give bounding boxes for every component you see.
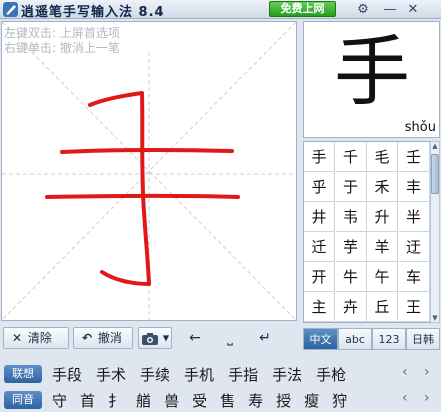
- homophone-char[interactable]: 扌: [108, 390, 123, 411]
- candidate-scrollbar[interactable]: ▲ ▼: [430, 141, 440, 323]
- association-row: 联想 手段 手术 手续 手机 手指 手法 手枪 ‹ ›: [0, 362, 441, 386]
- enter-icon[interactable]: ↵: [254, 327, 276, 349]
- candidate-cell[interactable]: 芋: [335, 232, 367, 262]
- candidate-cell[interactable]: 迂: [398, 232, 430, 262]
- candidate-cell[interactable]: 手: [304, 142, 335, 172]
- camera-icon: [142, 332, 158, 345]
- homophone-char[interactable]: 守: [52, 390, 67, 411]
- candidate-cell[interactable]: 王: [398, 292, 430, 322]
- handwriting-canvas: [2, 22, 296, 320]
- mode-chinese[interactable]: 中文: [303, 328, 338, 350]
- candidate-cell[interactable]: 车: [398, 262, 430, 292]
- hint-right-click: 右键单击: 撤消上一笔: [4, 41, 120, 55]
- scroll-up-icon[interactable]: ▲: [431, 142, 439, 150]
- candidate-cell[interactable]: 卉: [335, 292, 367, 322]
- candidate-cell[interactable]: 开: [304, 262, 335, 292]
- homophone-char[interactable]: 艏: [136, 390, 151, 411]
- candidate-cell[interactable]: 千: [335, 142, 367, 172]
- candidate-cell[interactable]: 毛: [367, 142, 398, 172]
- homophone-char[interactable]: 受: [192, 390, 207, 411]
- pen-logo-icon: [3, 2, 18, 17]
- candidate-cell[interactable]: 午: [367, 262, 398, 292]
- homophone-char[interactable]: 寿: [248, 390, 263, 411]
- association-word[interactable]: 手法: [272, 364, 302, 385]
- recognized-char-preview: 手 shǒu: [303, 21, 440, 138]
- association-words: 手段 手术 手续 手机 手指 手法 手枪: [52, 364, 360, 385]
- association-word[interactable]: 手术: [96, 364, 126, 385]
- minimize-icon[interactable]: —: [381, 1, 399, 18]
- scroll-thumb[interactable]: [431, 154, 439, 194]
- homophone-char[interactable]: 狩: [332, 390, 347, 411]
- association-word[interactable]: 手续: [140, 364, 170, 385]
- candidate-grid: 手千毛壬乎于禾丰井韦升半迁芋羊迂开牛午车主卉丘王: [303, 141, 430, 323]
- undo-icon: ↶: [81, 331, 93, 345]
- mode-japanese-korean[interactable]: 日韩: [406, 328, 440, 350]
- assoc-prev-icon[interactable]: ‹: [402, 364, 408, 380]
- candidate-cell[interactable]: 乎: [304, 172, 335, 202]
- homophone-char[interactable]: 首: [80, 390, 95, 411]
- candidate-cell[interactable]: 韦: [335, 202, 367, 232]
- space-icon[interactable]: ⎵: [219, 327, 241, 349]
- homophone-char[interactable]: 授: [276, 390, 291, 411]
- candidate-cell[interactable]: 井: [304, 202, 335, 232]
- candidate-cell[interactable]: 半: [398, 202, 430, 232]
- candidate-cell[interactable]: 禾: [367, 172, 398, 202]
- homophone-prev-icon[interactable]: ‹: [402, 390, 408, 406]
- homophone-char[interactable]: 售: [220, 390, 235, 411]
- association-word[interactable]: 手枪: [316, 364, 346, 385]
- mode-123[interactable]: 123: [372, 328, 406, 350]
- candidate-cell[interactable]: 壬: [398, 142, 430, 172]
- candidate-cell[interactable]: 迁: [304, 232, 335, 262]
- close-icon[interactable]: ✕: [404, 1, 422, 18]
- candidate-cell[interactable]: 羊: [367, 232, 398, 262]
- assoc-next-icon[interactable]: ›: [424, 364, 430, 380]
- mode-abc[interactable]: abc: [338, 328, 372, 350]
- preview-pinyin: shǒu: [404, 120, 436, 135]
- free-internet-button[interactable]: 免费上网: [269, 1, 336, 17]
- scroll-down-icon[interactable]: ▼: [431, 314, 439, 322]
- candidate-cell[interactable]: 主: [304, 292, 335, 322]
- backspace-arrow-icon[interactable]: ←: [184, 327, 206, 349]
- homophone-tag: 同音: [4, 391, 42, 409]
- candidate-cell[interactable]: 牛: [335, 262, 367, 292]
- association-word[interactable]: 手机: [184, 364, 214, 385]
- candidate-cell[interactable]: 于: [335, 172, 367, 202]
- clear-button[interactable]: ✕ 清除: [3, 327, 69, 349]
- title-bar[interactable]: 逍遥笔手写输入法 8.4 免费上网 ⚙ — ✕: [0, 0, 441, 20]
- window-title: 逍遥笔手写输入法 8.4: [21, 5, 165, 20]
- association-tag: 联想: [4, 365, 42, 383]
- camera-dropdown-button[interactable]: ▼: [138, 327, 172, 349]
- homophone-row: 同音 守首扌艏兽受售寿授瘦狩 ‹ ›: [0, 388, 441, 412]
- clear-label: 清除: [27, 331, 52, 345]
- association-word[interactable]: 手指: [228, 364, 258, 385]
- pad-toolbar: ✕ 清除 ↶ 撤消 ▼ ← ⎵ ↵: [1, 326, 301, 350]
- homophone-char[interactable]: 瘦: [304, 390, 319, 411]
- undo-button[interactable]: ↶ 撤消: [73, 327, 133, 349]
- preview-character: 手: [334, 27, 410, 116]
- candidate-cell[interactable]: 丰: [398, 172, 430, 202]
- chevron-down-icon: ▼: [162, 333, 169, 343]
- undo-label: 撤消: [97, 331, 122, 345]
- homophone-char[interactable]: 兽: [164, 390, 179, 411]
- homophone-chars: 守首扌艏兽受售寿授瘦狩: [52, 390, 360, 411]
- clear-x-icon: ✕: [11, 331, 23, 345]
- candidate-cell[interactable]: 升: [367, 202, 398, 232]
- handwriting-pad[interactable]: 左键双击: 上屏首选项 右键单击: 撤消上一笔: [1, 21, 297, 321]
- homophone-next-icon[interactable]: ›: [424, 390, 430, 406]
- settings-gear-icon[interactable]: ⚙: [354, 1, 372, 18]
- association-word[interactable]: 手段: [52, 364, 82, 385]
- candidate-cell[interactable]: 丘: [367, 292, 398, 322]
- input-mode-tabs: 中文 abc 123 日韩: [303, 328, 440, 350]
